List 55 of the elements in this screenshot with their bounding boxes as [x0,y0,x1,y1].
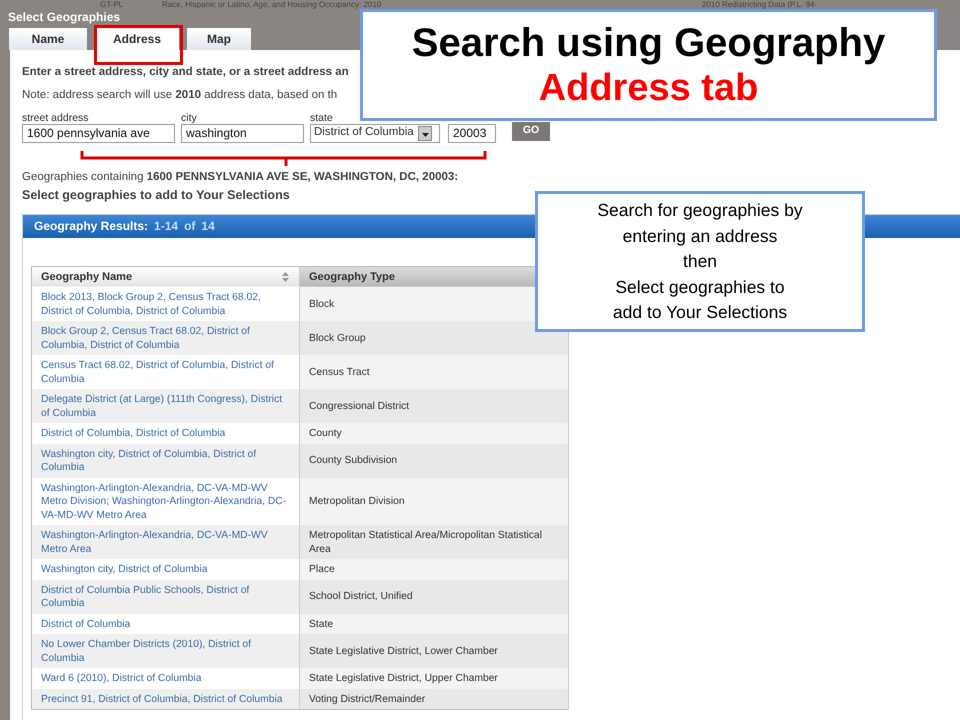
table-cell: Metropolitan Division [300,478,568,525]
geography-link[interactable]: Washington-Arlington-Alexandria, DC-VA-MD-WV Metro Division; Washington-Arlington-Alexandria, DC-VA-MD-WV Metro Area [32,478,300,525]
input-field[interactable]: 20003 [448,124,496,142]
background-text: 2010 Redistricting Data (P.L. 94- [702,0,818,9]
tab[interactable]: Name [9,28,87,50]
geography-link[interactable]: Washington city, District of Columbia [32,559,300,580]
results-of: of [184,218,196,235]
geography-link[interactable]: Ward 6 (2010), District of Columbia [32,668,300,688]
caret-icon [418,126,432,140]
callout-title: Search using Geography [410,20,886,66]
geography-link[interactable]: Delegate District (at Large) (111th Congress), District of Columbia [32,389,300,423]
background-text: GT-PL [100,0,124,9]
table-cell: State Legislative District, Lower Chamber [300,634,568,668]
geography-link[interactable]: Precinct 91, District of Columbia, District of Columbia [32,688,300,710]
geography-link[interactable]: District of Columbia [32,614,300,634]
state-select[interactable]: District of Columbia [310,124,440,142]
table-cell: Metropolitan Statistical Area/Micropolitan Statistical Area [300,525,568,559]
table-cell: School District, Unified [300,580,568,614]
field-label: state [310,110,334,124]
geography-link[interactable]: District of Columbia, District of Columbia [32,423,300,444]
table-cell: State [300,614,568,634]
results-total: 14 [201,218,215,235]
field-label: city [181,110,198,124]
go-button[interactable]: GO [512,122,550,140]
table-cell: Congressional District [300,389,568,423]
geography-link[interactable]: Block Group 2, Census Tract 68.02, District of Columbia, District of Columbia [32,321,300,355]
instructions-text: Enter a street address, city and state, or a street address an [22,65,350,80]
input-field[interactable]: 1600 pennsylvania ave [22,124,175,142]
field-label: street address [22,110,90,124]
tab[interactable]: Address [95,28,179,50]
input-field[interactable]: washington [181,124,304,142]
geography-link[interactable]: Census Tract 68.02, District of Columbia, District of Columbia [32,355,300,389]
geography-link[interactable]: Block 2013, Block Group 2, Census Tract 68.02, District of Columbia, District of Columbia [32,287,300,321]
select-prompt: Select geographies to add to Your Selections [22,186,291,204]
callout-text: Search for geographies by entering an address then Select geographies to add to Your Selections [596,199,804,324]
table-cell: Census Tract [300,355,568,389]
background-text: Race, Hispanic or Latino, Age, and Housing Occupancy: 2010 [162,0,382,9]
table-cell: County Subdivision [300,444,568,478]
dialog-title: Select Geographies [8,10,120,24]
sort-icon[interactable] [281,270,290,283]
tab[interactable]: Map [187,28,251,50]
results-range: 1-14 [154,218,178,235]
table-cell: State Legislative District, Upper Chamber [300,668,568,688]
table-cell: Place [300,559,568,580]
geography-link[interactable]: No Lower Chamber Districts (2010), District of Columbia [32,634,300,668]
result-text: Geographies containing 1600 PENNSYLVANIA AVE SE, WASHINGTON, DC, 20003: [22,170,460,184]
note-text: Note: address search will use 2010 address data, based on th [22,88,338,104]
table-cell: Voting District/Remainder [300,688,568,710]
geography-link[interactable]: Washington-Arlington-Alexandria, DC-VA-MD-WV Metro Area [32,525,300,559]
callout-subtitle: Address tab [538,66,760,110]
table-cell: Block Group [300,321,568,355]
geography-link[interactable]: Washington city, District of Columbia, District of Columbia [32,444,300,478]
geography-link[interactable]: District of Columbia Public Schools, District of Columbia [32,580,300,614]
table-cell: County [300,423,568,444]
results-title: Geography Results: [34,218,148,235]
